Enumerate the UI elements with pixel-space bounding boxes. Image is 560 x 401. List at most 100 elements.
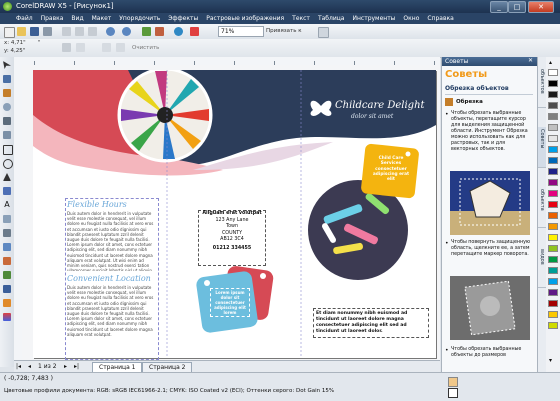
options-icon[interactable] — [318, 27, 329, 38]
palette-swatch[interactable] — [548, 212, 558, 219]
palette-swatch[interactable] — [548, 289, 558, 296]
menu-arrange[interactable]: Упорядочить — [115, 13, 164, 24]
outline-indicator-icon[interactable] — [448, 388, 458, 398]
brand-subtitle[interactable]: dolor sit amet — [351, 113, 393, 120]
pick-tool-icon[interactable] — [3, 61, 11, 69]
panel2-body[interactable]: Duis autem dolor in hendrerit in vulputa… — [67, 285, 155, 345]
eyedropper-tool-icon[interactable] — [3, 271, 11, 279]
blend-tool-icon[interactable] — [3, 257, 11, 265]
polygon-tool-icon[interactable] — [3, 173, 11, 181]
blue-tag-text[interactable]: Lorem ipsum dolor sit consectetuer adipi… — [210, 288, 250, 317]
palette-swatch[interactable] — [548, 146, 558, 153]
menu-effects[interactable]: Эффекты — [164, 13, 202, 24]
panel2-heading[interactable]: Convenient Location — [67, 274, 151, 283]
palette-swatch[interactable] — [548, 102, 558, 109]
menu-help[interactable]: Справка — [423, 13, 457, 24]
address-block[interactable]: Aliguam erat volutpat 123 Any Lane Town … — [198, 210, 266, 266]
palette-swatch[interactable] — [548, 256, 558, 263]
x-position-field[interactable]: x: 4,71" — [4, 40, 26, 46]
apply-crop-icon[interactable] — [116, 43, 125, 52]
print-icon[interactable] — [43, 27, 52, 36]
color-profiles-text[interactable]: Цветовые профили документа: RGB: sRGB IE… — [4, 388, 334, 394]
cut-icon[interactable] — [62, 27, 71, 36]
palette-swatch[interactable] — [548, 234, 558, 241]
palette-swatch[interactable] — [548, 91, 558, 98]
menu-layout[interactable]: Макет — [88, 13, 116, 24]
rotate-icon[interactable] — [76, 43, 85, 52]
shape-tool-icon[interactable] — [3, 75, 11, 83]
copy-icon[interactable] — [75, 27, 84, 36]
docker-close-icon[interactable]: ✕ — [528, 57, 533, 64]
menu-table[interactable]: Таблица — [314, 13, 349, 24]
menu-text[interactable]: Текст — [288, 13, 314, 24]
palette-swatch[interactable] — [548, 245, 558, 252]
palette-swatch[interactable] — [548, 113, 558, 120]
menu-edit[interactable]: Правка — [37, 13, 68, 24]
palette-swatch[interactable] — [548, 278, 558, 285]
palette-swatch[interactable] — [548, 223, 558, 230]
basic-shapes-icon[interactable] — [3, 187, 11, 195]
undo-icon[interactable] — [106, 27, 115, 36]
document-page[interactable]: Childcare Delight dolor sit amet Flexibl… — [33, 70, 436, 360]
new-document-icon[interactable] — [4, 27, 15, 38]
save-icon[interactable] — [30, 27, 39, 36]
application-launcher-icon[interactable] — [174, 27, 183, 36]
connector-tool-icon[interactable] — [3, 243, 11, 251]
orange-tag-text[interactable]: Child Care Services consectetuer adipisc… — [372, 156, 410, 182]
mirror-icon[interactable] — [102, 43, 111, 52]
y-position-field[interactable]: y: 4,25" — [4, 48, 25, 54]
welcome-screen-icon[interactable] — [190, 27, 199, 36]
palette-swatch[interactable] — [548, 322, 558, 329]
import-icon[interactable] — [142, 27, 151, 36]
palette-swatch[interactable] — [548, 267, 558, 274]
snap-to-dropdown[interactable]: Привязать к — [266, 28, 302, 34]
interactive-fill-icon[interactable] — [3, 313, 11, 321]
menu-bitmaps[interactable]: Растровые изображения — [202, 13, 288, 24]
text-tool-icon[interactable]: A — [3, 201, 11, 209]
menu-window[interactable]: Окно — [399, 13, 423, 24]
clear-button[interactable]: Очистить — [132, 45, 159, 51]
palette-swatch[interactable] — [548, 300, 558, 307]
fill-indicator-icon[interactable] — [448, 377, 458, 387]
last-page-icon[interactable]: ▸| — [74, 363, 79, 370]
smart-fill-icon[interactable] — [3, 131, 11, 139]
open-folder-icon[interactable] — [17, 27, 26, 36]
palette-swatch[interactable] — [548, 135, 558, 142]
export-icon[interactable] — [155, 27, 164, 36]
menu-view[interactable]: Вид — [67, 13, 87, 24]
redo-icon[interactable] — [122, 27, 131, 36]
palette-scroll-up-icon[interactable]: ▴ — [549, 59, 552, 66]
outline-pen-icon[interactable] — [3, 285, 11, 293]
table-tool-icon[interactable] — [3, 215, 11, 223]
minimize-button[interactable]: _ — [490, 1, 508, 13]
first-page-icon[interactable]: |◂ — [16, 363, 21, 370]
prev-page-icon[interactable]: ◂ — [28, 363, 31, 370]
palette-swatch[interactable] — [548, 179, 558, 186]
fill-tool-icon[interactable] — [3, 299, 11, 307]
ellipse-tool-icon[interactable] — [3, 159, 13, 169]
width-field[interactable]: " — [38, 40, 41, 46]
crop-tool-icon[interactable] — [3, 89, 11, 97]
brand-title[interactable]: Childcare Delight — [335, 100, 425, 111]
zoom-level-select[interactable]: 71% — [218, 26, 264, 37]
zoom-tool-icon[interactable] — [3, 103, 11, 111]
panel1-heading[interactable]: Flexible Hours — [67, 200, 127, 209]
palette-swatch[interactable] — [548, 80, 558, 87]
drawing-canvas[interactable]: Childcare Delight dolor sit amet Flexibl… — [22, 65, 440, 360]
dimension-tool-icon[interactable] — [3, 229, 11, 237]
maximize-button[interactable]: □ — [508, 1, 526, 13]
palette-swatch[interactable] — [548, 69, 558, 76]
palette-swatch[interactable] — [548, 168, 558, 175]
palette-scroll-down-icon[interactable]: ▾ — [549, 357, 552, 364]
panel1-body[interactable]: Duis autem dolor in hendrerit in vulputa… — [67, 211, 155, 271]
palette-swatch[interactable] — [548, 157, 558, 164]
paste-icon[interactable] — [88, 27, 97, 36]
freehand-tool-icon[interactable] — [3, 117, 11, 125]
palette-swatch[interactable] — [548, 190, 558, 197]
palette-swatch[interactable] — [548, 124, 558, 131]
rectangle-tool-icon[interactable] — [3, 145, 13, 155]
lock-ratio-icon[interactable] — [62, 43, 71, 52]
menu-tools[interactable]: Инструменты — [348, 13, 399, 24]
menu-file[interactable]: Файл — [0, 13, 37, 24]
callout-text-box[interactable]: Et diam nonummy nibh euismod ad tincidun… — [313, 308, 429, 338]
